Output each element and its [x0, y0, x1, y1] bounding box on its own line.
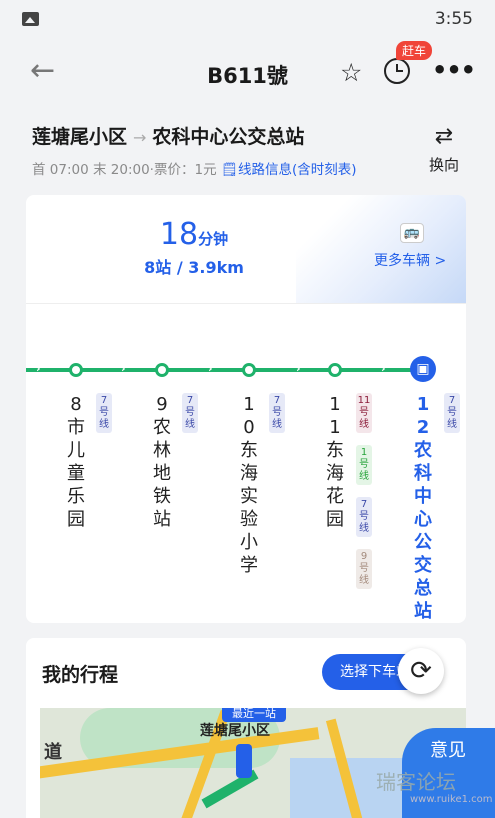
eta-block: 18分钟 8站 / 3.9km	[124, 217, 264, 278]
watermark-url: www.ruike1.com	[410, 794, 493, 805]
metro-line-tag: 7号线	[269, 393, 285, 433]
stop-label[interactable]: 10 东海实验小学	[238, 393, 260, 577]
metro-line-tag: 7号线	[356, 497, 372, 537]
direction-chevron-icon: ›	[36, 362, 41, 375]
nav-bar: ← B611號 ☆ 赶车 •••	[0, 38, 495, 108]
status-time: 3:55	[434, 9, 473, 29]
metro-line-tag: 7号线	[444, 393, 460, 433]
metro-line-tag: 1号线	[356, 445, 372, 485]
eta-unit: 分钟	[198, 230, 229, 248]
mini-map-background	[296, 195, 466, 303]
metro-line-tag: 9号线	[356, 549, 372, 589]
metro-line-tag: 7号线	[96, 393, 112, 433]
map-stop-name: 莲塘尾小区	[200, 723, 270, 739]
stop-dot[interactable]	[328, 363, 342, 377]
trip-heading: 我的行程	[42, 664, 119, 686]
more-buses-link[interactable]: 更多车辆 >	[374, 250, 446, 270]
refresh-icon[interactable]: ⟳	[398, 648, 444, 694]
stop-label[interactable]: 8 市儿童乐园	[65, 393, 87, 531]
favorite-star-icon[interactable]: ☆	[340, 58, 362, 87]
route-meta: 首 07:00 末 20:00·票价：1元 🗒线路信息(含时刻表)	[32, 158, 357, 178]
stop-dot[interactable]	[155, 363, 169, 377]
terminal-bus-icon[interactable]: ▣	[410, 356, 436, 382]
alarm-clock-icon[interactable]	[384, 58, 410, 84]
direction-chevron-icon: ›	[381, 362, 386, 375]
stop-label[interactable]: 9 农林地铁站	[151, 393, 173, 531]
gallery-notification-icon	[22, 12, 39, 26]
direction-chevron-icon: ›	[121, 362, 126, 375]
stop-label[interactable]: 11 东海花园	[324, 393, 346, 531]
terminal-stop-label[interactable]: 12 农科中心公交总站	[412, 393, 434, 623]
route-title: 莲塘尾小区 → 农科中心公交总站	[32, 122, 304, 149]
eta-minutes: 18	[159, 217, 199, 252]
bus-location-marker[interactable]	[236, 744, 252, 778]
stop-dot[interactable]	[242, 363, 256, 377]
watermark: 瑞客论坛	[376, 770, 456, 794]
line-info-link[interactable]: 🗒线路信息(含时刻表)	[221, 162, 357, 178]
swap-icon: ⇄	[434, 124, 454, 149]
page-title: B611號	[207, 64, 288, 88]
direction-chevron-icon: ›	[208, 362, 213, 375]
status-bar: 3:55	[0, 0, 495, 38]
route-arrow-icon: →	[133, 128, 147, 147]
route-origin: 莲塘尾小区	[32, 126, 128, 148]
divider	[26, 303, 466, 304]
swap-direction-button[interactable]: ⇄ 换向	[422, 126, 466, 175]
bus-icon[interactable]: 🚌	[400, 223, 424, 243]
stop-dot[interactable]	[69, 363, 83, 377]
swap-label: 换向	[428, 156, 459, 174]
direction-chevron-icon: ›	[296, 362, 301, 375]
metro-line-tag: 7号线	[182, 393, 198, 433]
route-destination: 农科中心公交总站	[152, 126, 305, 148]
more-options-icon[interactable]: •••	[432, 56, 476, 84]
eta-summary: 8站 / 3.9km	[144, 258, 244, 277]
catch-bus-badge[interactable]: 赶车	[396, 41, 433, 60]
route-line	[26, 368, 416, 372]
schedule-fare: 首 07:00 末 20:00·票价：1元	[32, 162, 217, 178]
document-icon: 🗒	[220, 162, 239, 178]
road-label: 道	[44, 742, 62, 763]
metro-line-tag: 11号线	[356, 393, 372, 433]
route-card: 18分钟 8站 / 3.9km 🚌 更多车辆 > › › › › › ▣ 8 市儿…	[26, 195, 466, 623]
